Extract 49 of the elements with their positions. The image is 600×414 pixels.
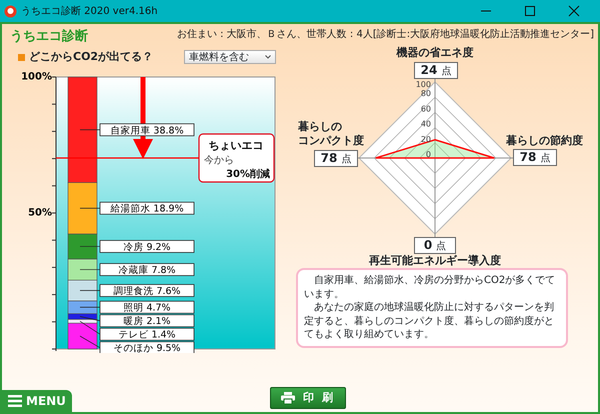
app-logo-icon <box>4 4 17 18</box>
app-title: うちエコ診断 <box>10 28 88 46</box>
print-button[interactable]: 印 刷 <box>270 387 346 409</box>
household-info: お住まい : 大阪市、Ｂさん、世帯人数 : 4人[診断士:大阪府地球温暖化防止活動推進センター] <box>177 28 594 42</box>
axis-title: 暮らしの <box>298 120 343 134</box>
fuel-dropdown[interactable]: 車燃料を含む <box>184 50 276 64</box>
axis-label: 50% <box>28 208 52 218</box>
tick-label: 40 <box>420 120 431 129</box>
tick-label: 60 <box>420 104 431 114</box>
leader-line <box>80 129 100 130</box>
value-label: 冷蔵庫 7.8% <box>100 263 194 276</box>
leader-line <box>80 306 100 308</box>
printer-icon <box>281 392 296 404</box>
tick-label: 20 <box>420 134 431 144</box>
leader-line <box>80 269 100 270</box>
value-label: 冷房 9.2% <box>100 240 194 253</box>
score-box: 24 点 <box>414 62 458 79</box>
value-label: 照明 4.7% <box>100 300 194 314</box>
leader-line <box>80 246 100 247</box>
axis-title: 再生可能エネルギー導入度 <box>369 254 501 268</box>
bullet-icon <box>18 54 25 60</box>
leader-line <box>80 208 100 209</box>
section-heading: どこからCO2が出てる？ <box>29 48 154 65</box>
axis-title: 機器の省エネ度 <box>396 46 474 60</box>
callout-text: 今から <box>204 155 234 166</box>
tick-label: 80 <box>420 89 431 98</box>
axis-label: 100% <box>21 72 52 82</box>
score-box: 78 点 <box>314 150 358 167</box>
menu-button[interactable]: MENU <box>2 390 72 412</box>
tick-label: 100 <box>416 80 431 89</box>
leader-line <box>80 336 100 348</box>
callout-title: ちょいエコ <box>208 139 264 152</box>
score-box: 78 点 <box>513 149 557 166</box>
caret-icon <box>265 55 271 59</box>
leader-line <box>80 290 100 291</box>
value-label: テレビ 1.4% <box>100 328 194 341</box>
value-label: 自家用車 38.8% <box>100 123 194 136</box>
axis-title: コンパクト度 <box>298 134 364 148</box>
comment-box: 自家用車、給湯節水、冷房の分野からCO2が多くでています。 あなたの家庭の地球温暖化防止に対するパターンを判定すると、暮らしのコンパクト度、暮らしの節約度がとてもよく取り組めています。 <box>296 268 568 348</box>
tick-label: 0 <box>426 150 431 159</box>
value-label: 調理食洗 7.6% <box>100 284 194 298</box>
axis-title: 暮らしの節約度 <box>506 134 583 148</box>
score-box: 0 点 <box>414 237 456 254</box>
value-label: そのほか 9.5% <box>100 341 194 353</box>
callout-note: 30%削減 <box>226 169 270 180</box>
value-label: 暖房 2.1% <box>100 314 194 328</box>
window-title: うちエコ診断 2020 ver4.16h <box>21 4 158 18</box>
value-label: 給湯節水 18.9% <box>100 202 194 215</box>
menu-icon <box>8 395 22 407</box>
